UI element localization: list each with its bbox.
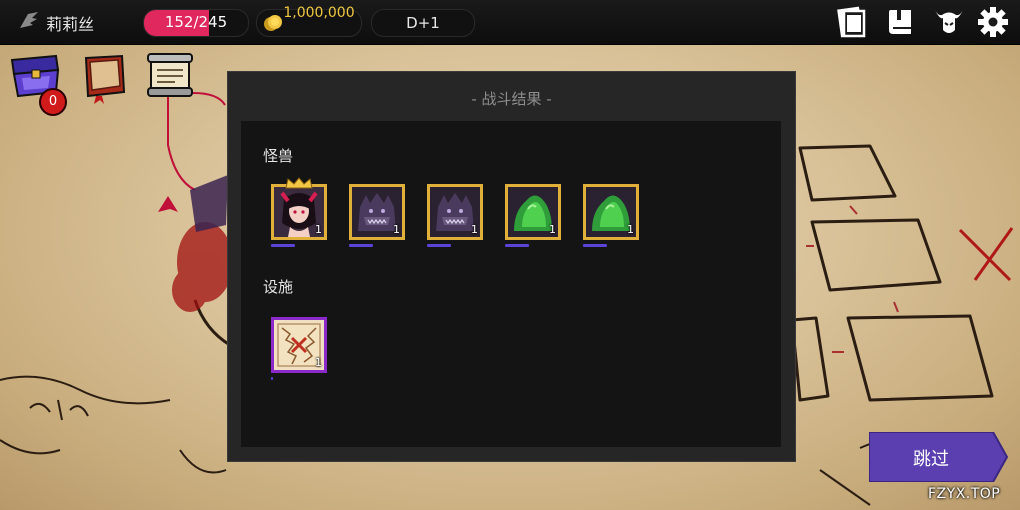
result-panel: 怪兽 1 1 1 1 1 设施 1 [241,121,781,447]
facility-count: 1 [315,356,322,369]
scroll-icon[interactable] [145,52,197,102]
gold-amount: 1,000,000 [283,5,355,21]
day-counter: D+1 [371,9,475,37]
monster-slot[interactable]: 1 [271,184,327,240]
monster-slot[interactable]: 1 [583,184,639,240]
crown-icon [285,177,313,189]
hp-text: 152/245 [164,13,228,31]
gold-coin-icon [264,15,282,31]
watermark: FZYX.TOP [928,486,1001,502]
facility-rank-bar [271,377,273,380]
player-name: 莉莉丝 [46,15,95,34]
chest-count-badge: 0 [39,88,67,116]
game-screen: 莉莉丝 152/245 1,000,000 D+1 0 - 战斗结果 - 怪兽 … [0,0,1020,510]
facilities-section-label: 设施 [263,278,294,296]
monster-slot[interactable]: 1 [427,184,483,240]
monster-slot[interactable]: 1 [505,184,561,240]
monster-count: 1 [627,223,634,236]
monster-rank-bar [271,244,295,247]
hp-bar: 152/245 [143,9,249,37]
battle-result-dialog: - 战斗结果 - 怪兽 1 1 1 1 1 设施 1 [227,71,796,462]
skip-button-label: 跳过 [913,449,949,470]
dialog-title: - 战斗结果 - [471,90,552,108]
skip-button[interactable]: 跳过 [869,432,1008,482]
monsters-section-label: 怪兽 [263,147,294,165]
book-icon[interactable] [885,6,919,38]
top-bar: 莉莉丝 152/245 1,000,000 D+1 [0,0,1020,45]
monster-rank-bar [505,244,529,247]
monster-count: 1 [549,223,556,236]
facility-slot[interactable]: 1 [271,317,327,373]
monster-count: 1 [393,223,400,236]
red-book-icon[interactable] [80,52,130,106]
monster-count: 1 [471,223,478,236]
demon-helmet-icon[interactable] [932,6,966,38]
monster-rank-bar [349,244,373,247]
card-icon[interactable] [835,6,869,38]
monster-rank-bar [427,244,451,247]
monster-count: 1 [315,223,322,236]
monster-slot[interactable]: 1 [349,184,405,240]
gear-icon[interactable] [976,6,1010,38]
bat-wing-icon [20,12,38,28]
gold-counter: 1,000,000 [256,5,362,37]
monster-rank-bar [583,244,607,247]
